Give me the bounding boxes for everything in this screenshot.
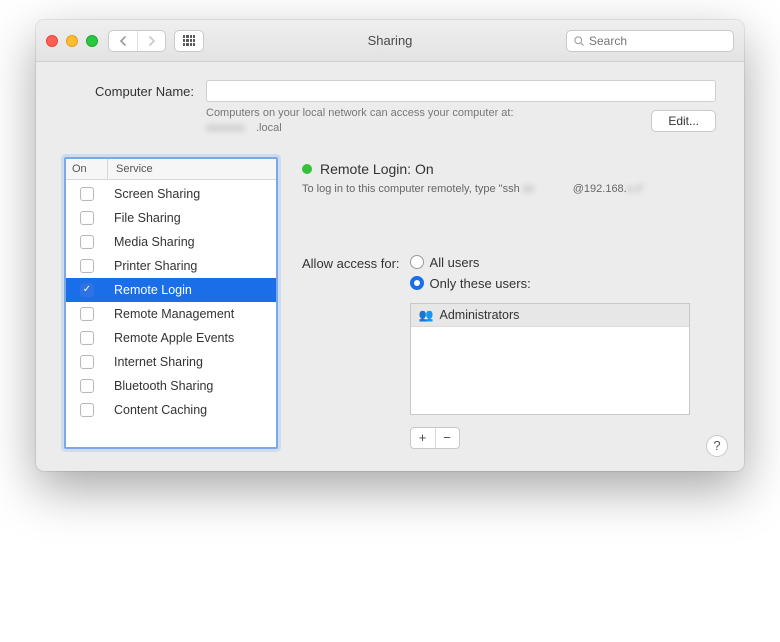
- forward-button[interactable]: [137, 31, 165, 51]
- service-checkbox[interactable]: [80, 211, 94, 225]
- service-row[interactable]: Printer Sharing: [66, 254, 276, 278]
- users-group-icon: 👥: [419, 308, 434, 322]
- status-dot-icon: [302, 164, 312, 174]
- add-remove-group: + −: [410, 427, 460, 449]
- content-area: Computer Name: Computers on your local n…: [36, 62, 744, 471]
- service-label: Bluetooth Sharing: [108, 376, 276, 396]
- user-row[interactable]: 👥 Administrators: [411, 304, 689, 327]
- user-label: Administrators: [440, 308, 520, 322]
- service-checkbox[interactable]: [80, 187, 94, 201]
- service-label: Remote Apple Events: [108, 328, 276, 348]
- service-detail: Remote Login: On To log in to this compu…: [302, 157, 716, 449]
- services-list[interactable]: On Service Screen Sharing File Sharing Med…: [64, 157, 278, 449]
- radio-only-label: Only these users:: [430, 276, 531, 291]
- service-label: Content Caching: [108, 400, 276, 420]
- login-instruction: To log in to this computer remotely, typ…: [302, 183, 716, 195]
- services-list-header: On Service: [66, 159, 276, 180]
- service-row[interactable]: Bluetooth Sharing: [66, 374, 276, 398]
- access-label: Allow access for:: [302, 255, 400, 271]
- help-button[interactable]: ?: [706, 435, 728, 457]
- window-title: Sharing: [368, 33, 413, 48]
- service-checkbox[interactable]: [80, 355, 94, 369]
- service-label: Printer Sharing: [108, 256, 276, 276]
- service-label: File Sharing: [108, 208, 276, 228]
- titlebar: Sharing: [36, 20, 744, 62]
- service-row[interactable]: Remote Login: [66, 278, 276, 302]
- hostname-description: Computers on your local network can acce…: [206, 106, 514, 137]
- service-checkbox[interactable]: [80, 379, 94, 393]
- edit-button[interactable]: Edit...: [651, 110, 716, 132]
- minimize-window-button[interactable]: [66, 35, 78, 47]
- search-icon: [573, 35, 585, 47]
- status-text: Remote Login: On: [320, 161, 434, 177]
- radio-icon: [410, 255, 424, 269]
- add-user-button[interactable]: +: [411, 428, 435, 448]
- service-label: Internet Sharing: [108, 352, 276, 372]
- service-row[interactable]: Remote Management: [66, 302, 276, 326]
- radio-icon: [410, 276, 424, 290]
- sharing-preferences-window: Sharing Computer Name: Computers on your…: [36, 20, 744, 471]
- service-checkbox[interactable]: [80, 403, 94, 417]
- users-list[interactable]: 👥 Administrators: [410, 303, 690, 415]
- service-row[interactable]: Media Sharing: [66, 230, 276, 254]
- service-label: Remote Management: [108, 304, 276, 324]
- search-input[interactable]: [589, 34, 727, 48]
- service-checkbox[interactable]: [80, 283, 94, 297]
- service-row[interactable]: File Sharing: [66, 206, 276, 230]
- service-checkbox[interactable]: [80, 259, 94, 273]
- back-button[interactable]: [109, 31, 137, 51]
- service-row[interactable]: Internet Sharing: [66, 350, 276, 374]
- header-service: Service: [108, 159, 276, 179]
- radio-all-label: All users: [430, 255, 480, 270]
- grid-icon: [183, 35, 195, 47]
- service-row[interactable]: Remote Apple Events: [66, 326, 276, 350]
- service-checkbox[interactable]: [80, 307, 94, 321]
- service-label: Media Sharing: [108, 232, 276, 252]
- search-field[interactable]: [566, 30, 734, 52]
- nav-buttons: [108, 30, 166, 52]
- radio-only-users[interactable]: Only these users:: [410, 276, 690, 291]
- computer-name-input[interactable]: [206, 80, 716, 102]
- computer-name-label: Computer Name:: [64, 84, 194, 99]
- service-label: Remote Login: [108, 280, 276, 300]
- remove-user-button[interactable]: −: [435, 428, 459, 448]
- service-label: Screen Sharing: [108, 184, 276, 204]
- header-on: On: [66, 159, 108, 179]
- service-checkbox[interactable]: [80, 235, 94, 249]
- window-controls: [46, 35, 98, 47]
- service-row[interactable]: Screen Sharing: [66, 182, 276, 206]
- service-checkbox[interactable]: [80, 331, 94, 345]
- radio-all-users[interactable]: All users: [410, 255, 690, 270]
- service-row[interactable]: Content Caching: [66, 398, 276, 422]
- close-window-button[interactable]: [46, 35, 58, 47]
- zoom-window-button[interactable]: [86, 35, 98, 47]
- show-all-button[interactable]: [174, 30, 204, 52]
